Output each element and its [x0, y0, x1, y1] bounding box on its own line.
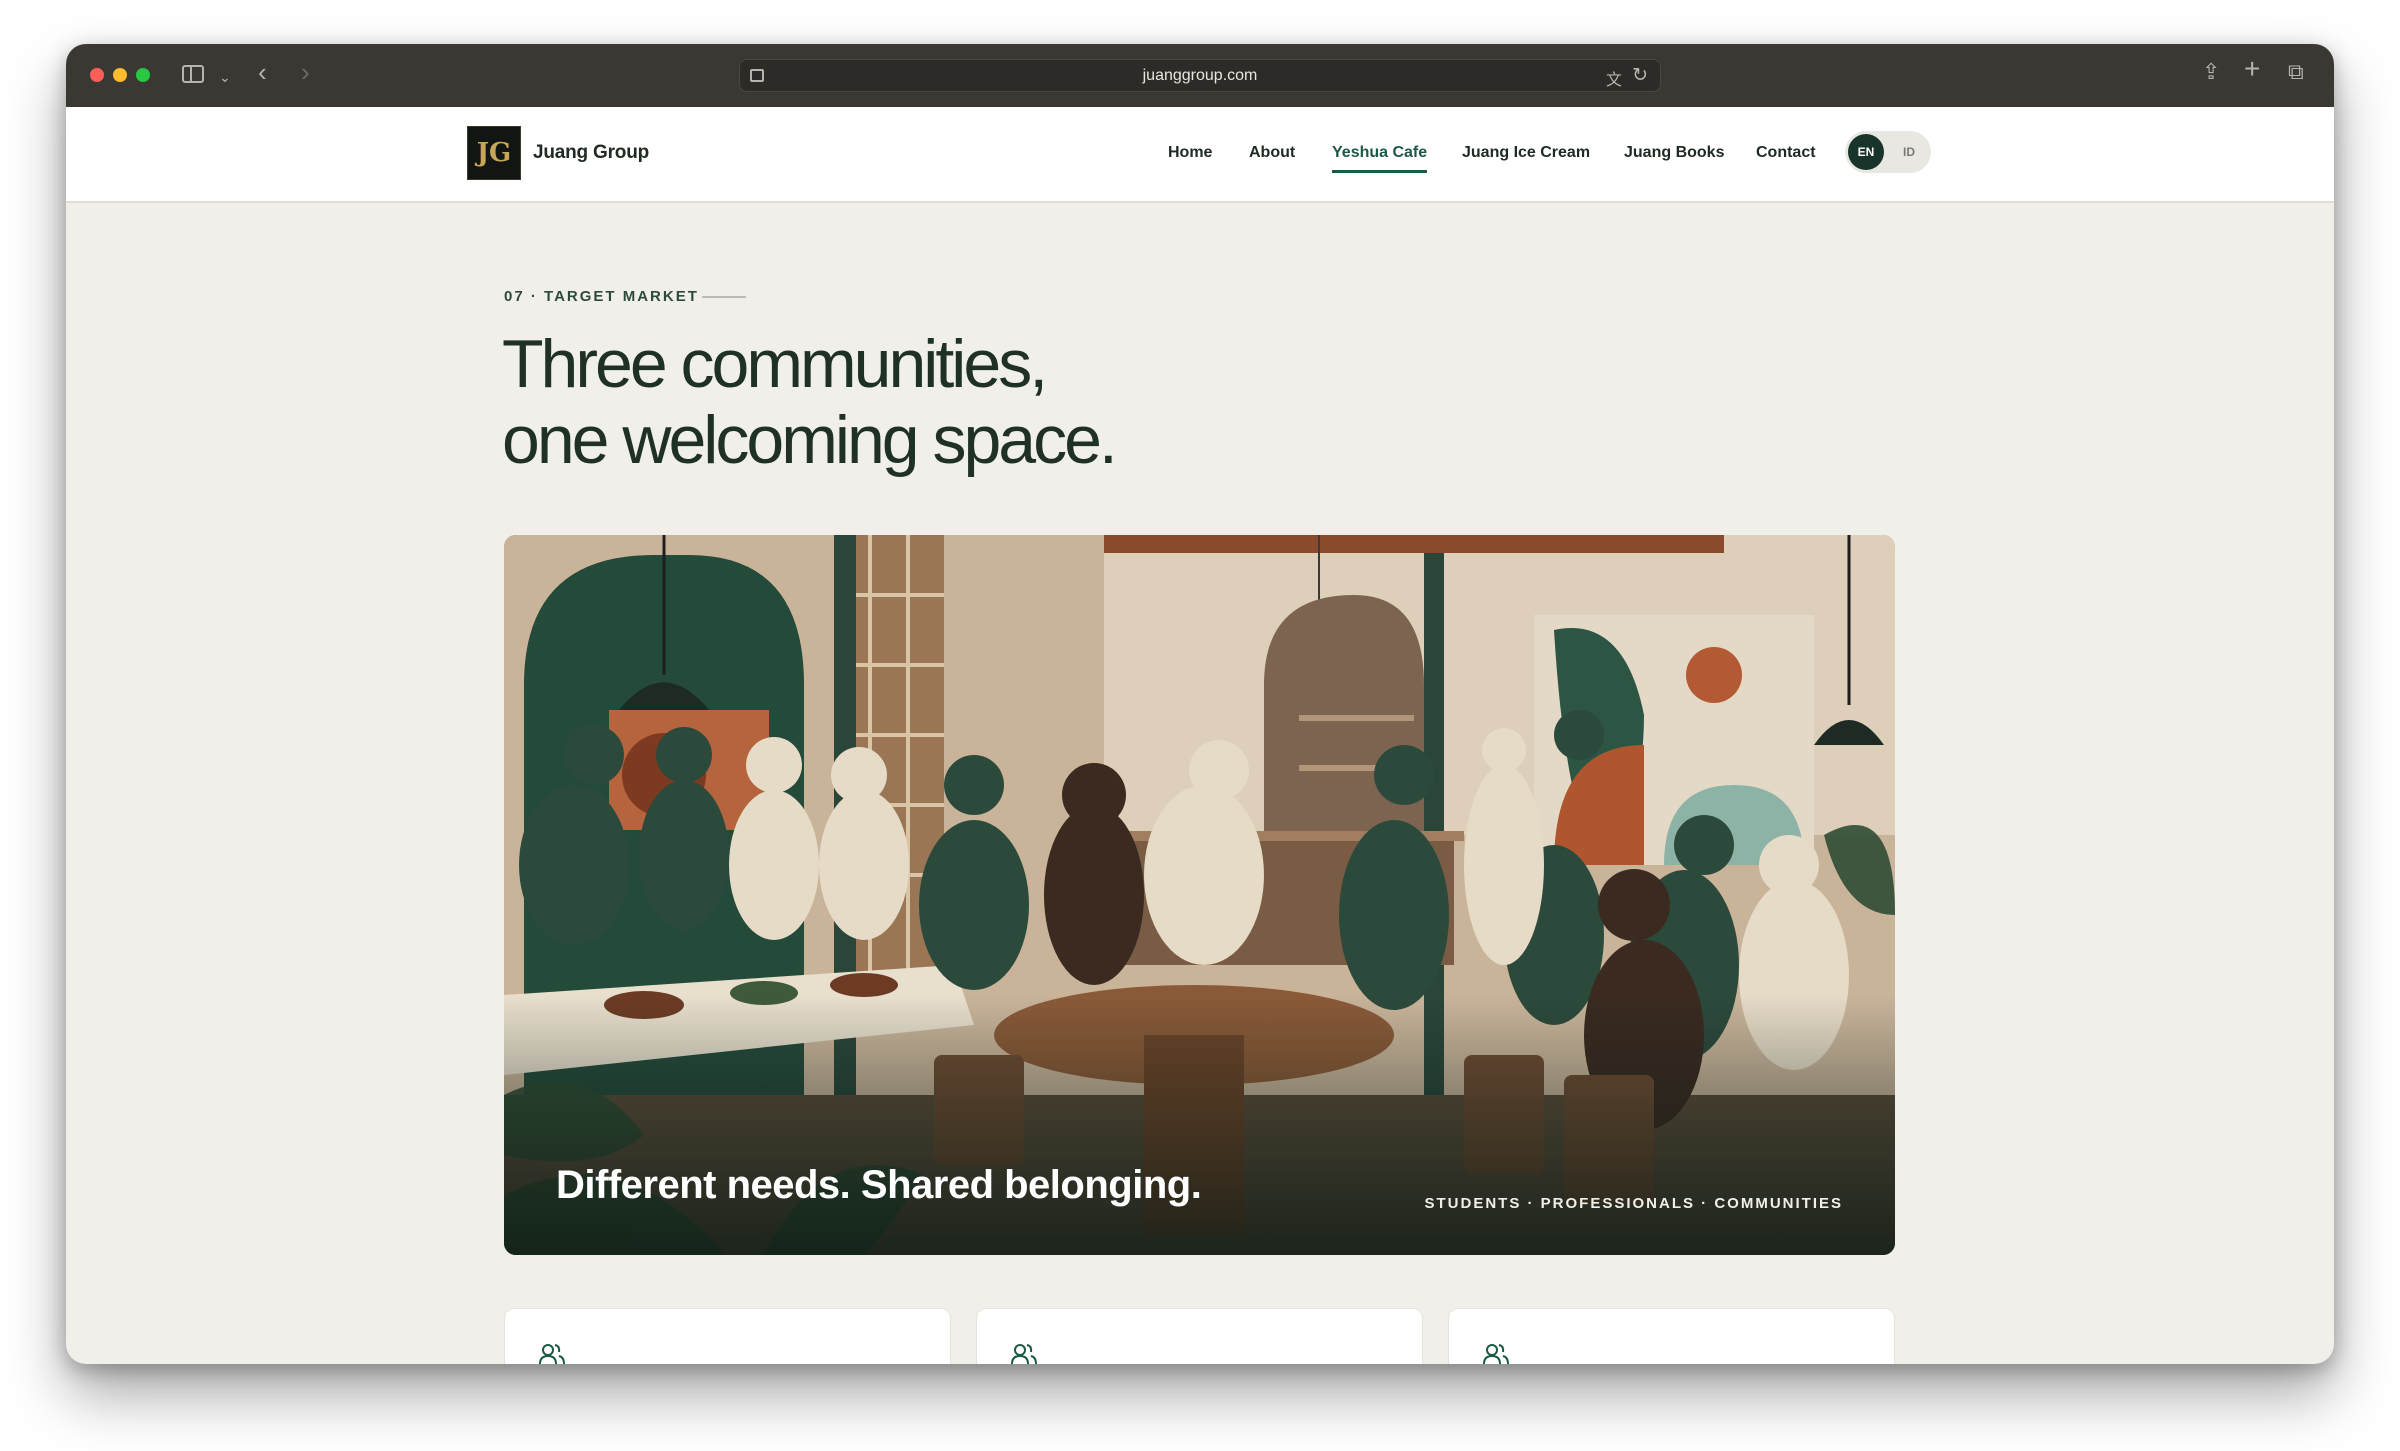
- people-icon: [1483, 1344, 1509, 1364]
- language-id-option[interactable]: ID: [1891, 134, 1927, 170]
- minimize-window-button[interactable]: [113, 68, 127, 82]
- hero-caption: Different needs. Shared belonging.: [556, 1163, 1202, 1207]
- chevron-down-icon[interactable]: ⌄: [219, 66, 231, 88]
- translate-icon[interactable]: 文: [1606, 66, 1622, 90]
- hero-overlay: [504, 995, 1895, 1255]
- people-icon: [539, 1344, 565, 1364]
- share-icon[interactable]: ⇪: [2202, 61, 2220, 83]
- sidebar-toggle-icon[interactable]: [182, 65, 204, 83]
- nav-home[interactable]: Home: [1168, 144, 1212, 162]
- nav-juang-ice-cream[interactable]: Juang Ice Cream: [1462, 144, 1590, 162]
- reload-icon[interactable]: ↻: [1632, 64, 1648, 87]
- section-eyebrow: 07 · TARGET MARKET: [504, 288, 699, 305]
- eyebrow-divider: [702, 296, 746, 298]
- brand-name[interactable]: Juang Group: [533, 142, 649, 164]
- new-tab-icon[interactable]: +: [2244, 55, 2260, 83]
- language-toggle[interactable]: EN ID: [1845, 131, 1931, 173]
- active-nav-indicator: [1332, 170, 1427, 173]
- logo-mark-icon: JG: [476, 138, 512, 168]
- hero-tags: STUDENTS · PROFESSIONALS · COMMUNITIES: [1424, 1195, 1843, 1212]
- browser-window: ⌄ ‹ › juanggroup.com 文 ↻ ⇪ + ⧉ JG Juang …: [66, 44, 2334, 1364]
- forward-icon[interactable]: ›: [301, 59, 310, 85]
- nav-yeshua-cafe[interactable]: Yeshua Cafe: [1332, 144, 1427, 162]
- nav-about[interactable]: About: [1249, 144, 1295, 162]
- browser-titlebar: ⌄ ‹ › juanggroup.com 文 ↻ ⇪ + ⧉: [66, 44, 2334, 107]
- audience-card[interactable]: [976, 1308, 1423, 1364]
- tab-overview-icon[interactable]: ⧉: [2288, 61, 2304, 83]
- close-window-button[interactable]: [90, 68, 104, 82]
- nav-contact[interactable]: Contact: [1756, 144, 1816, 162]
- back-icon[interactable]: ‹: [258, 59, 267, 85]
- brand-logo[interactable]: JG: [467, 126, 521, 180]
- audience-card[interactable]: [504, 1308, 951, 1364]
- audience-card[interactable]: [1448, 1308, 1895, 1364]
- address-bar[interactable]: juanggroup.com 文 ↻: [739, 59, 1661, 92]
- site-header: JG Juang Group Home About Yeshua Cafe Ju…: [66, 107, 2334, 203]
- section-headline: Three communities, one welcoming space.: [502, 326, 1402, 478]
- headline-line-1: Three communities,: [502, 326, 1048, 402]
- hero-image: Different needs. Shared belonging. STUDE…: [504, 535, 1895, 1255]
- people-icon: [1011, 1344, 1037, 1364]
- fullscreen-window-button[interactable]: [136, 68, 150, 82]
- language-en-option[interactable]: EN: [1848, 134, 1884, 170]
- headline-line-2: one welcoming space.: [502, 402, 1118, 478]
- nav-juang-books[interactable]: Juang Books: [1624, 144, 1724, 162]
- url-text: juanggroup.com: [1142, 67, 1258, 84]
